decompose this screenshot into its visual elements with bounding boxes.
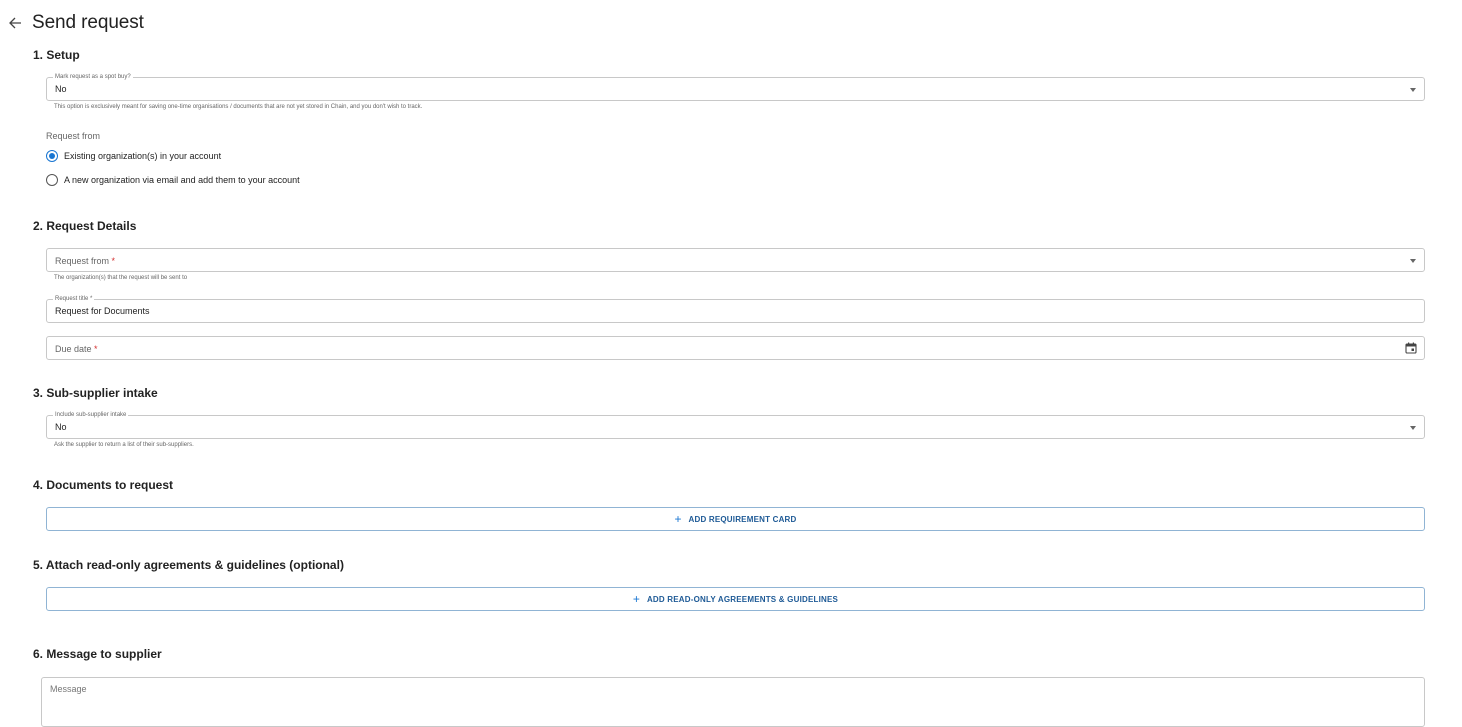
section-title-agreements: 5. Attach read-only agreements & guideli… (33, 558, 344, 572)
section-title-documents: 4. Documents to request (33, 478, 174, 492)
request-title-value: Request for Documents (55, 306, 150, 316)
request-title-label: Request title * (53, 295, 95, 303)
request-from-group-label: Request from (46, 131, 101, 141)
request-title-input[interactable]: Request title * Request for Documents (46, 295, 1425, 323)
plus-icon: + (674, 512, 682, 526)
section-title-message: 6. Message to supplier (33, 647, 162, 661)
request-from-placeholder: Request from * (55, 256, 116, 266)
message-field[interactable] (41, 677, 1425, 727)
subsupplier-helper: Ask the supplier to return a list of the… (54, 442, 194, 448)
chevron-down-icon (1410, 259, 1416, 263)
radio-unchecked-icon (46, 174, 58, 186)
section-title-details: 2. Request Details (33, 219, 137, 233)
back-button[interactable] (6, 14, 24, 32)
required-marker: * (94, 344, 98, 354)
add-requirement-card-label: ADD REQUIREMENT CARD (688, 514, 797, 524)
add-requirement-card-button[interactable]: + ADD REQUIREMENT CARD (46, 507, 1425, 531)
spot-buy-label: Mark request as a spot buy? (53, 73, 133, 81)
required-marker: * (111, 256, 116, 266)
subsupplier-intake-value: No (55, 422, 67, 432)
subsupplier-intake-select[interactable]: Include sub-supplier intake No (46, 411, 1425, 439)
radio-label: Existing organization(s) in your account (64, 151, 222, 161)
page-title: Send request (32, 12, 144, 33)
subsupplier-intake-label: Include sub-supplier intake (53, 411, 129, 419)
chevron-down-icon (1410, 88, 1416, 92)
spot-buy-value: No (55, 84, 67, 94)
page-header: Send request (6, 12, 144, 34)
message-textarea[interactable] (42, 678, 1424, 726)
spot-buy-select[interactable]: Mark request as a spot buy? No (46, 73, 1425, 101)
add-agreements-button[interactable]: + ADD READ-ONLY AGREEMENTS & GUIDELINES (46, 587, 1425, 611)
calendar-icon[interactable] (1405, 342, 1417, 354)
radio-new-organization[interactable]: A new organization via email and add the… (46, 174, 300, 186)
radio-existing-organizations[interactable]: Existing organization(s) in your account (46, 150, 221, 162)
spot-buy-helper: This option is exclusively meant for sav… (54, 104, 423, 110)
arrow-left-icon (9, 17, 21, 29)
due-date-input[interactable]: Due date * (46, 336, 1425, 360)
radio-checked-icon (46, 150, 58, 162)
due-date-placeholder: Due date * (55, 344, 98, 354)
request-from-select[interactable]: Request from * (46, 248, 1425, 272)
add-agreements-label: ADD READ-ONLY AGREEMENTS & GUIDELINES (646, 594, 839, 604)
radio-label: A new organization via email and add the… (64, 175, 300, 185)
section-title-setup: 1. Setup (33, 48, 80, 62)
request-from-helper: The organization(s) that the request wil… (54, 275, 188, 281)
section-title-subsupplier: 3. Sub-supplier intake (33, 386, 158, 400)
chevron-down-icon (1410, 426, 1416, 430)
plus-icon: + (632, 592, 640, 606)
